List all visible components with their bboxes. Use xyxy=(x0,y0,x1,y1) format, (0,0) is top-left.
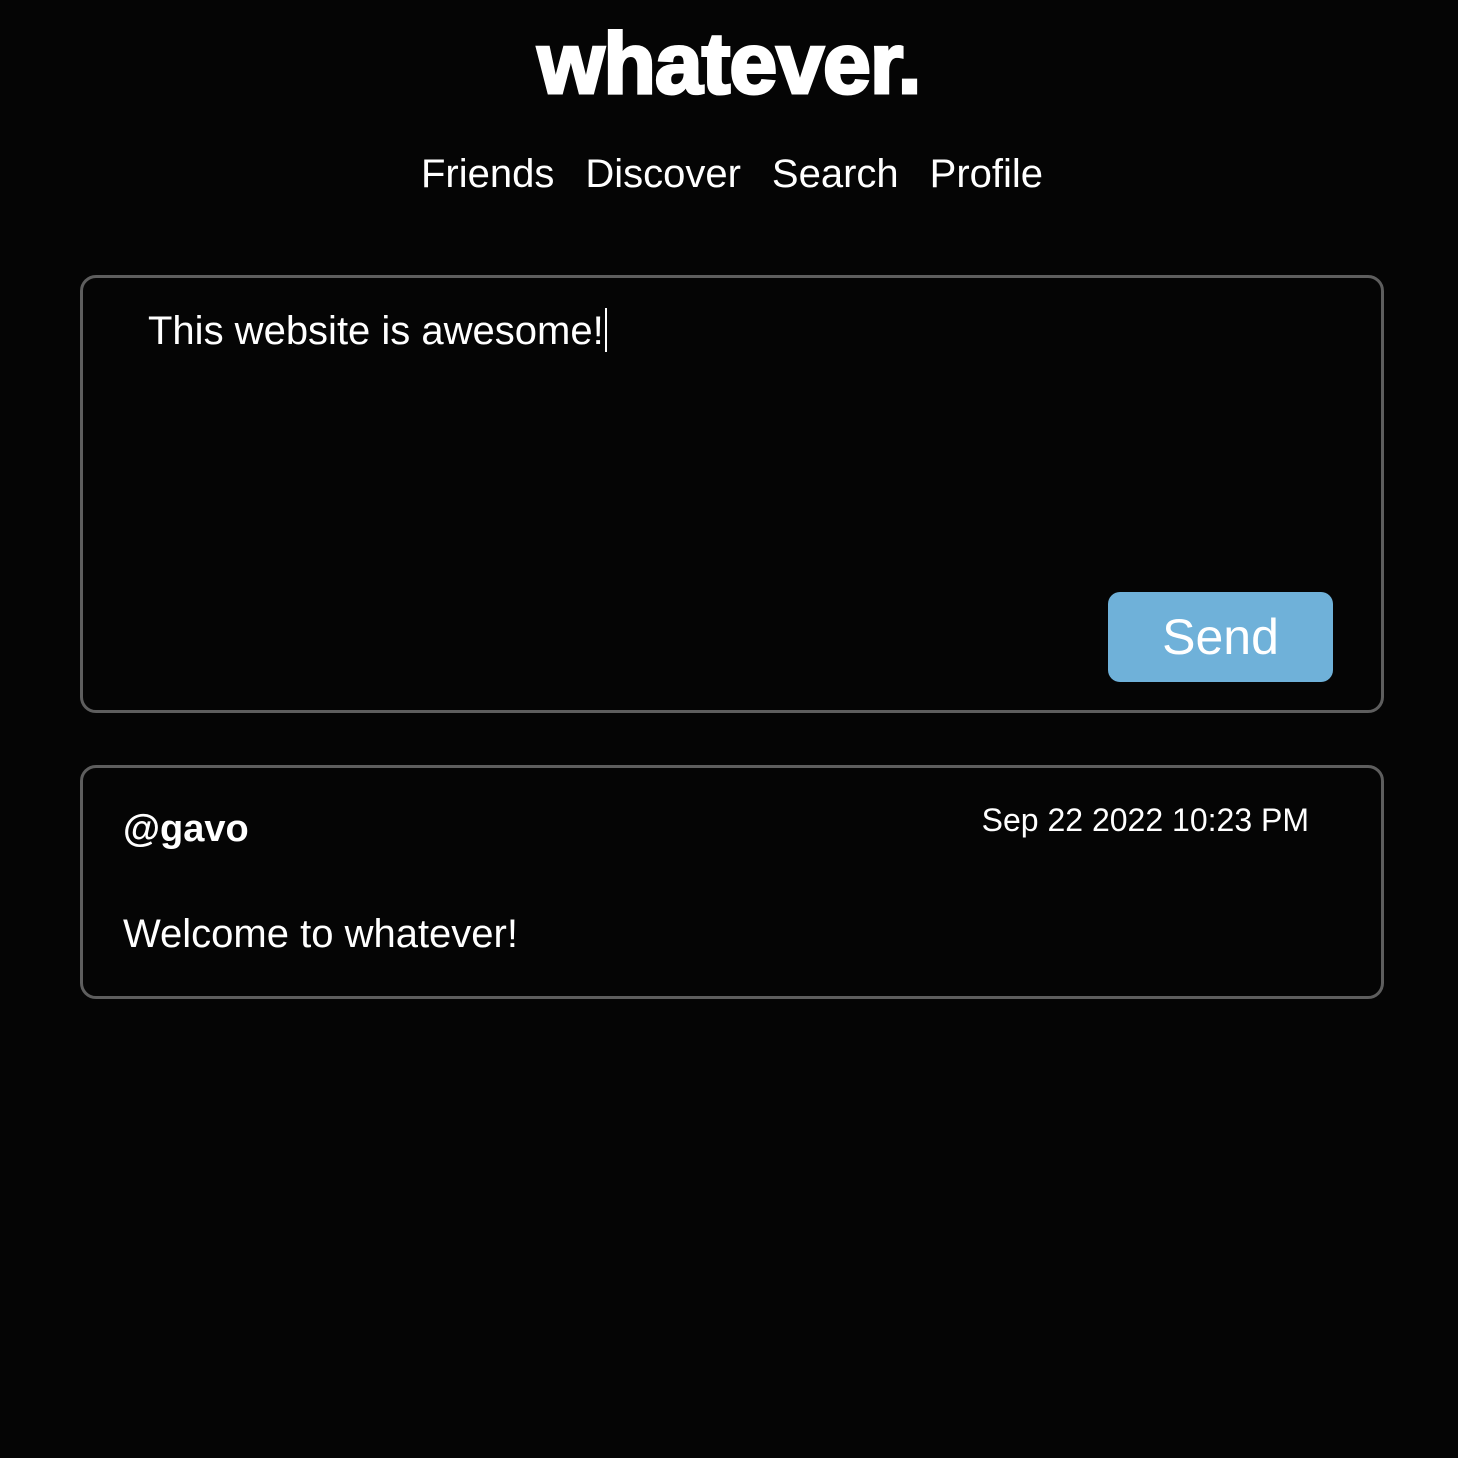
text-caret xyxy=(604,308,607,352)
post-text-input[interactable]: This website is awesome! xyxy=(148,306,607,356)
nav-item-discover[interactable]: Discover xyxy=(585,150,741,198)
feed-post: @gavo Sep 22 2022 10:23 PM Welcome to wh… xyxy=(80,765,1384,999)
post-author[interactable]: @gavo xyxy=(123,806,249,852)
nav-item-profile[interactable]: Profile xyxy=(930,150,1043,198)
main-nav: Friends Discover Search Profile xyxy=(0,150,1458,198)
nav-item-friends[interactable]: Friends xyxy=(421,150,554,198)
site-logo[interactable]: whatever. xyxy=(0,14,1458,114)
page: whatever. Friends Discover Search Profil… xyxy=(0,0,1458,1458)
post-text-value: This website is awesome! xyxy=(148,309,604,353)
nav-item-search[interactable]: Search xyxy=(772,150,899,198)
post-composer: This website is awesome! Send xyxy=(80,275,1384,713)
post-timestamp: Sep 22 2022 10:23 PM xyxy=(981,802,1309,838)
send-button[interactable]: Send xyxy=(1108,592,1333,682)
post-body: Welcome to whatever! xyxy=(123,912,518,956)
